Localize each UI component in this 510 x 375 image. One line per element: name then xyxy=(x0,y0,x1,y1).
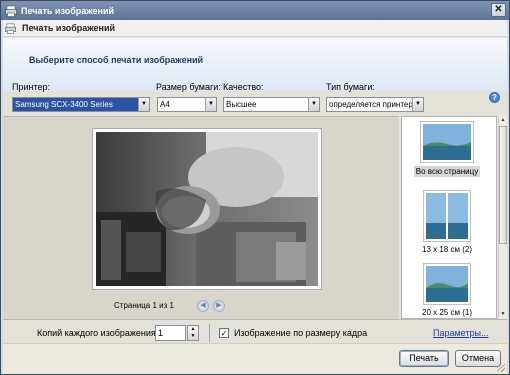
dialog-content: Печать изображений Выберите способ печат… xyxy=(3,20,507,374)
close-button[interactable]: ✕ xyxy=(491,3,506,17)
layout-list[interactable]: Во всю страницу 13 x 18 см (2) 20 x 25 с… xyxy=(401,116,497,319)
print-pictures-window: Печать изображений ✕ Печать изображений … xyxy=(0,0,510,375)
dialog-footer: Печать Отмена xyxy=(3,343,507,374)
print-button[interactable]: Печать xyxy=(399,350,449,367)
header-strip: Печать изображений xyxy=(3,20,507,37)
chevron-down-icon[interactable]: ▼ xyxy=(205,98,216,111)
printer-select[interactable]: Samsung SCX-3400 Series ▼ xyxy=(12,97,150,112)
copies-input[interactable]: 1 xyxy=(155,325,186,341)
chevron-left-icon: ◀ xyxy=(200,302,206,309)
resize-grip-icon[interactable] xyxy=(497,364,505,372)
preview-area: Страница 1 из 1 ◀ ▶ xyxy=(3,116,399,319)
copies-stepper[interactable]: ▲ ▼ xyxy=(187,325,199,341)
quality-value: Высшее xyxy=(226,100,257,109)
layout-thumbnail xyxy=(423,190,471,242)
scrollbar-thumb[interactable] xyxy=(499,126,507,244)
layout-scrollbar[interactable]: ▲ ▼ xyxy=(498,116,507,319)
quality-select[interactable]: Высшее ▼ xyxy=(223,97,320,112)
divider xyxy=(209,324,210,342)
cancel-button[interactable]: Отмена xyxy=(455,350,501,367)
options-link[interactable]: Параметры... xyxy=(433,328,488,338)
layout-label: 20 x 25 см (1) xyxy=(422,308,472,317)
help-icon[interactable]: ? xyxy=(489,92,500,103)
printer-icon xyxy=(5,23,16,34)
instruction-text: Выберите способ печати изображений xyxy=(29,55,204,65)
scroll-up-icon[interactable]: ▲ xyxy=(499,116,507,125)
next-page-button[interactable]: ▶ xyxy=(213,300,225,312)
paper-size-label: Размер бумаги: xyxy=(156,82,221,92)
printer-icon xyxy=(5,5,17,17)
layout-item-20x25[interactable]: 20 x 25 см (1) xyxy=(402,263,492,317)
paper-type-select[interactable]: определяется принтер ▼ xyxy=(326,97,424,112)
page-indicator: Страница 1 из 1 xyxy=(114,301,174,310)
paper-size-select[interactable]: A4 ▼ xyxy=(157,97,217,112)
print-options-row: Копий каждого изображения: 1 ▲ ▼ ✓ Изобр… xyxy=(3,319,507,343)
title-bar[interactable]: Печать изображений ✕ xyxy=(1,1,509,20)
chevron-down-icon[interactable]: ▼ xyxy=(188,333,198,340)
photo-image xyxy=(96,132,318,286)
layout-label: 13 x 18 см (2) xyxy=(422,245,472,254)
printer-value: Samsung SCX-3400 Series xyxy=(15,100,113,109)
layout-item-13x18[interactable]: 13 x 18 см (2) xyxy=(402,190,492,254)
copies-label: Копий каждого изображения: xyxy=(37,328,159,338)
window-title: Печать изображений xyxy=(21,5,115,16)
scroll-down-icon[interactable]: ▼ xyxy=(499,310,507,319)
paper-type-label: Тип бумаги: xyxy=(326,82,375,92)
chevron-right-icon: ▶ xyxy=(216,302,222,309)
previous-page-button[interactable]: ◀ xyxy=(197,300,209,312)
printer-label: Принтер: xyxy=(12,82,51,92)
chevron-down-icon[interactable]: ▼ xyxy=(412,98,423,111)
paper-type-value: определяется принтер xyxy=(329,100,413,109)
layout-label: Во всю страницу xyxy=(413,166,481,177)
photo-preview xyxy=(93,129,321,289)
chevron-down-icon[interactable]: ▼ xyxy=(308,98,319,111)
paper-size-value: A4 xyxy=(160,100,170,109)
chevron-up-icon[interactable]: ▲ xyxy=(188,326,198,333)
checkmark-icon: ✓ xyxy=(220,329,228,338)
fit-frame-label[interactable]: Изображение по размеру кадра xyxy=(234,328,367,338)
layout-item-full-page[interactable]: Во всю страницу xyxy=(402,121,492,177)
chevron-down-icon[interactable]: ▼ xyxy=(138,98,149,111)
close-icon: ✕ xyxy=(494,4,503,15)
dialog-heading: Печать изображений xyxy=(22,23,116,33)
layout-thumbnail xyxy=(420,121,474,163)
layout-thumbnail xyxy=(423,263,471,305)
fit-frame-checkbox[interactable]: ✓ xyxy=(219,328,229,338)
quality-label: Качество: xyxy=(223,82,264,92)
